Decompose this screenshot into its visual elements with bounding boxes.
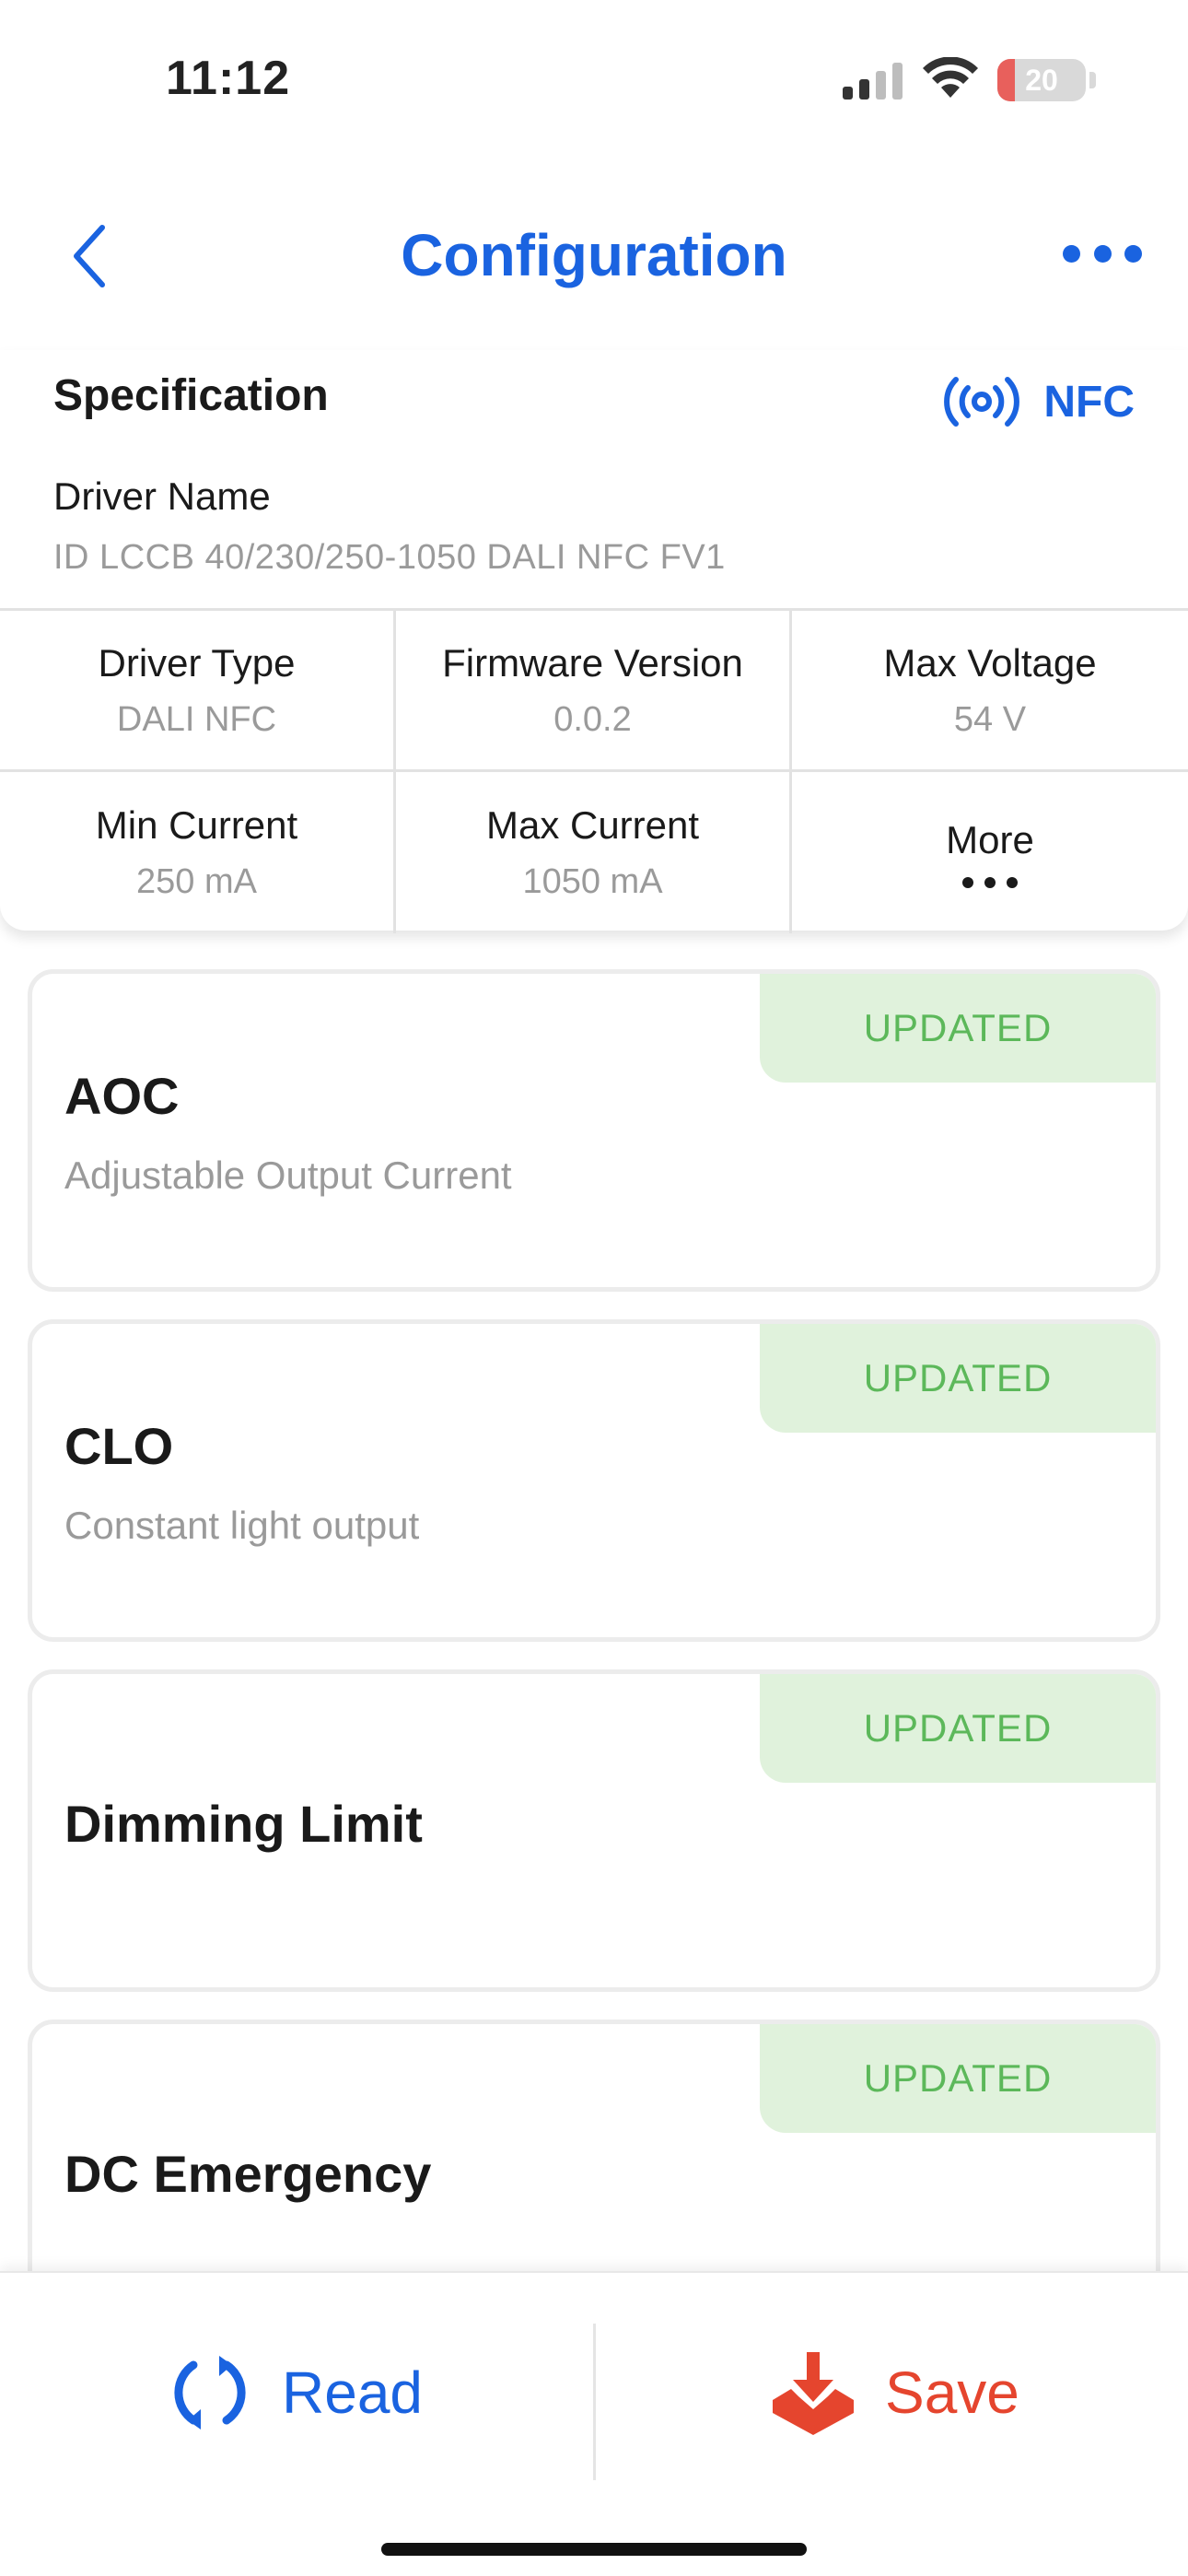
read-button[interactable]: Read xyxy=(166,2337,423,2448)
driver-name-label: Driver Name xyxy=(53,474,271,518)
feature-subtitle: Adjustable Output Current xyxy=(64,1153,512,1197)
wifi-icon xyxy=(923,57,978,98)
spec-value: 1050 mA xyxy=(522,862,663,901)
status-bar: 11:12 20 xyxy=(0,0,1188,157)
spec-label: Firmware Version xyxy=(442,640,743,685)
nfc-signal-icon xyxy=(944,377,1020,427)
bottom-action-bar: Read Save xyxy=(0,2271,1188,2576)
status-time: 11:12 xyxy=(166,52,291,105)
spec-value: 0.0.2 xyxy=(553,699,632,739)
home-indicator xyxy=(381,2543,807,2556)
spec-cell-driver-type: Driver Type DALI NFC xyxy=(0,611,396,772)
spec-label: Driver Type xyxy=(98,640,296,685)
feature-card-clo[interactable]: UPDATED CLO Constant light output xyxy=(28,1319,1160,1642)
read-label: Read xyxy=(282,2359,423,2426)
spec-cell-max-current: Max Current 1050 mA xyxy=(396,772,792,933)
specification-card: Specification NFC Driver Name ID LCCB 40… xyxy=(0,350,1188,933)
refresh-icon xyxy=(174,2356,246,2430)
status-badge: UPDATED xyxy=(760,974,1156,1083)
spec-label: Min Current xyxy=(95,803,298,847)
feature-card-aoc[interactable]: UPDATED AOC Adjustable Output Current xyxy=(28,969,1160,1292)
driver-name-value: ID LCCB 40/230/250-1050 DALI NFC FV1 xyxy=(53,538,726,577)
spec-more-button[interactable]: More xyxy=(792,772,1188,933)
feature-card-dimming-limit[interactable]: UPDATED Dimming Limit xyxy=(28,1669,1160,1992)
divider xyxy=(593,2324,596,2480)
feature-title: Dimming Limit xyxy=(64,1795,423,1853)
ellipsis-dot xyxy=(1124,244,1142,263)
status-badge: UPDATED xyxy=(760,2024,1156,2133)
ellipsis-icon xyxy=(962,876,1018,888)
spec-value: 54 V xyxy=(953,699,1027,739)
cellular-signal-icon xyxy=(843,63,903,100)
spec-grid: Driver Type DALI NFC Firmware Version 0.… xyxy=(0,608,1188,933)
download-tray-icon xyxy=(773,2352,854,2435)
battery-level: 20 xyxy=(1025,63,1058,97)
nfc-label: NFC xyxy=(1043,377,1135,427)
page-title: Configuration xyxy=(401,222,787,288)
specification-title: Specification xyxy=(53,371,329,420)
nav-bar: Configuration xyxy=(0,193,1188,313)
spec-value: 250 mA xyxy=(136,862,257,901)
spec-more-label: More xyxy=(946,817,1034,861)
feature-title: DC Emergency xyxy=(64,2145,432,2203)
ellipsis-dot xyxy=(984,876,996,888)
feature-subtitle: Constant light output xyxy=(64,1504,420,1547)
feature-title: AOC xyxy=(64,1067,180,1125)
more-options-button[interactable] xyxy=(1063,230,1142,276)
spec-label: Max Voltage xyxy=(883,640,1097,685)
save-button[interactable]: Save xyxy=(769,2337,1019,2448)
ellipsis-dot xyxy=(1007,876,1018,888)
spec-cell-min-current: Min Current 250 mA xyxy=(0,772,396,933)
ellipsis-icon xyxy=(1063,244,1080,263)
spec-cell-max-voltage: Max Voltage 54 V xyxy=(792,611,1188,772)
spec-label: Max Current xyxy=(485,803,700,847)
feature-title: CLO xyxy=(64,1417,174,1475)
ellipsis-dot xyxy=(1093,244,1112,263)
battery-nub xyxy=(1089,72,1096,88)
ellipsis-dot xyxy=(962,876,973,888)
battery-indicator: 20 xyxy=(997,59,1086,101)
spec-value: DALI NFC xyxy=(116,699,277,739)
status-badge: UPDATED xyxy=(760,1324,1156,1433)
nfc-button[interactable]: NFC xyxy=(944,376,1135,427)
save-label: Save xyxy=(885,2359,1019,2426)
spec-cell-firmware-version: Firmware Version 0.0.2 xyxy=(396,611,792,772)
status-badge: UPDATED xyxy=(760,1674,1156,1783)
